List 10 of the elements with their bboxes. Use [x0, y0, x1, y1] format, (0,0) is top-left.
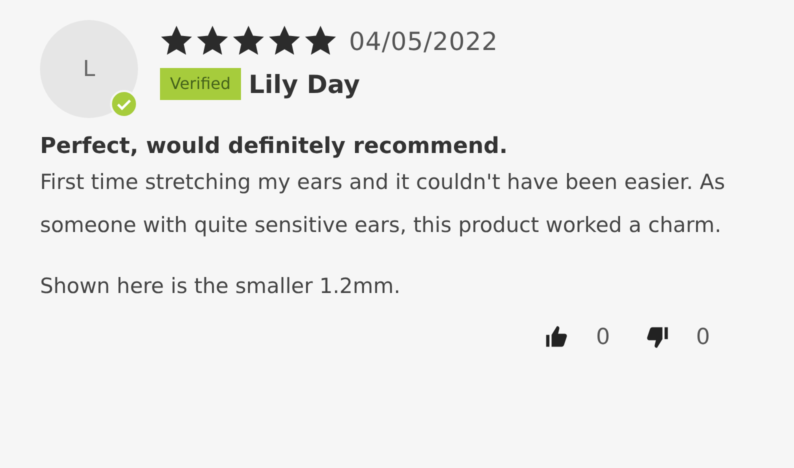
review-title: Perfect, would definitely recommend. [40, 134, 509, 159]
review-text: Shown here is the smaller 1.2mm. [40, 273, 402, 300]
unhelpful-button[interactable]: 0 [644, 324, 710, 350]
avatar-initial: L [82, 56, 96, 82]
thumbs-up-icon [544, 324, 570, 350]
reviewer-name: Lily Day [248, 70, 360, 98]
review-date: 04/05/2022 [349, 27, 498, 56]
verified-badge: Verified [160, 68, 241, 100]
helpful-button[interactable]: 0 [544, 324, 610, 350]
review-text: First time stretching my ears and it couldn't have been easier. As someone with quite sensitive ears, this product worked a charm. [40, 169, 726, 239]
